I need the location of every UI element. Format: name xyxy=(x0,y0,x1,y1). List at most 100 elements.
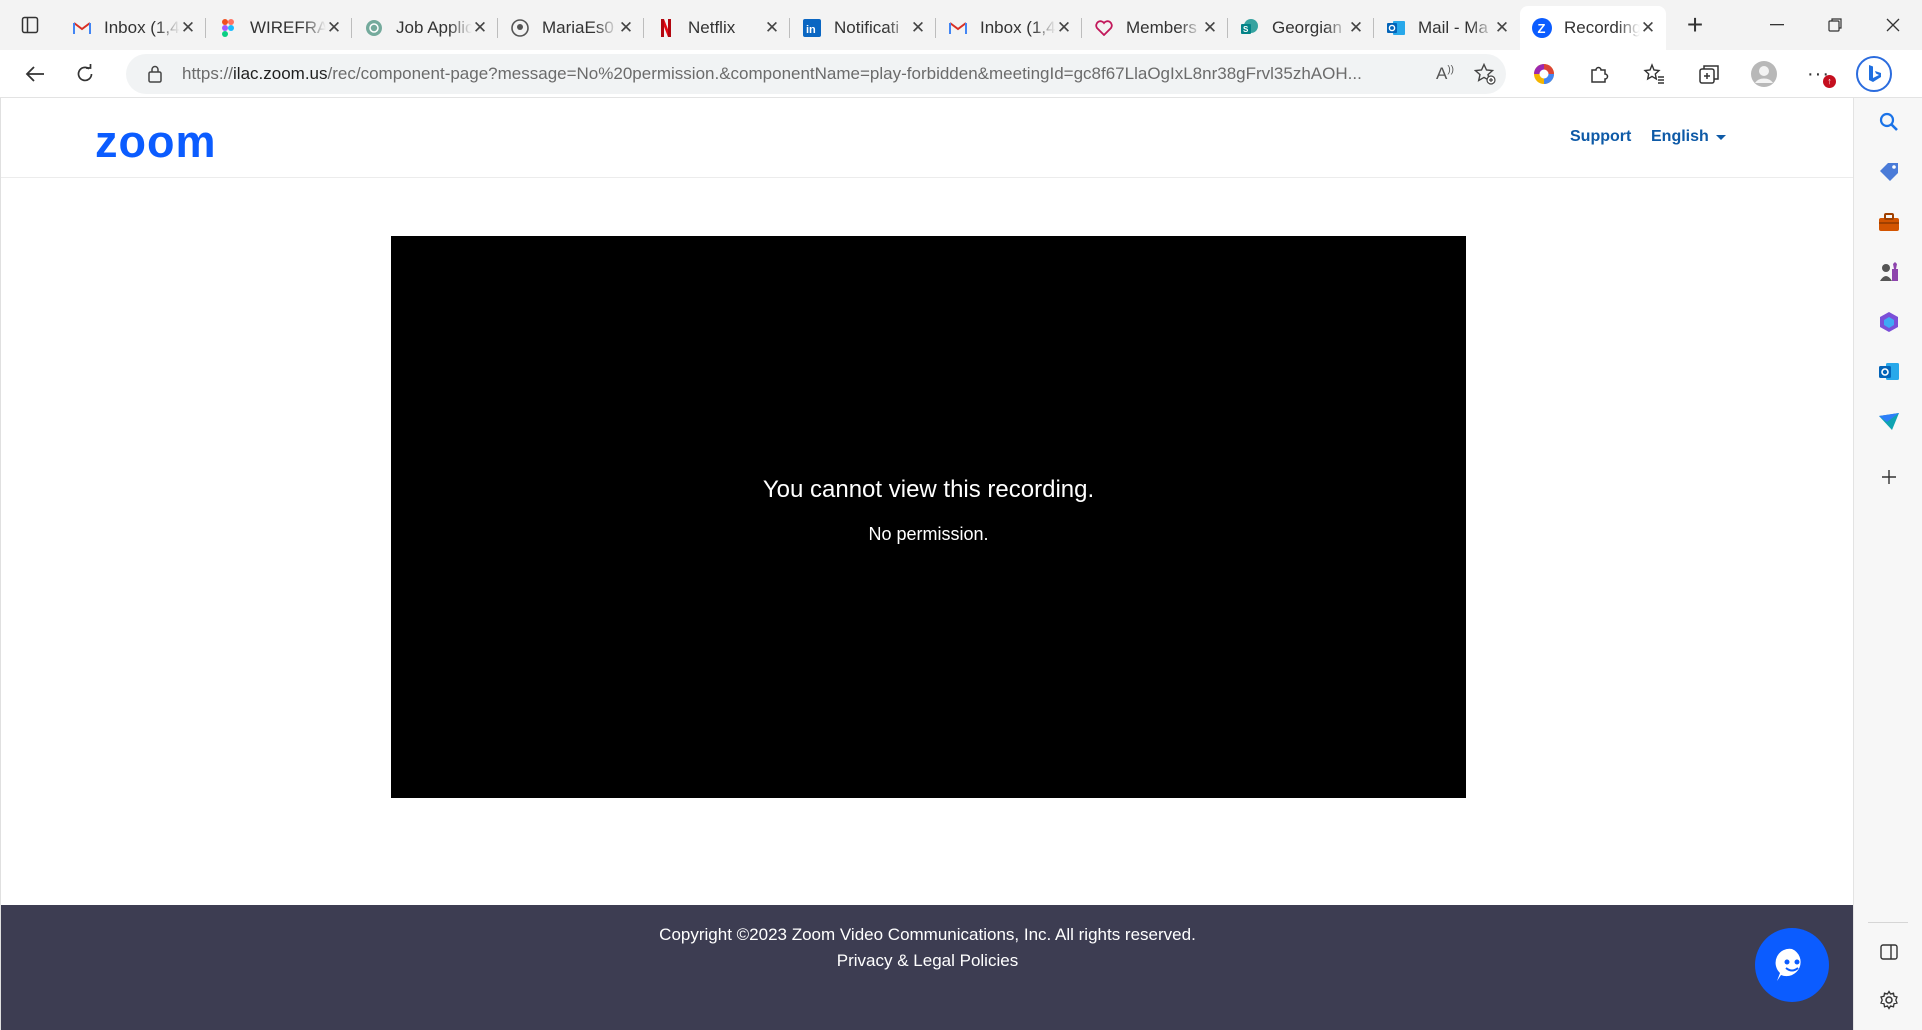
favorites-button[interactable] xyxy=(1626,50,1681,98)
tab-title: MariaEs0 xyxy=(542,18,614,37)
gear-icon xyxy=(1879,990,1898,1010)
plus-icon: + xyxy=(1686,9,1704,40)
close-icon[interactable]: ✕ xyxy=(1494,18,1510,37)
tab-members[interactable]: Members ✕ xyxy=(1082,8,1228,48)
url-prefix: https:// xyxy=(182,64,234,83)
language-label: English xyxy=(1651,128,1709,145)
svg-text:S: S xyxy=(1243,25,1249,34)
tab-georgian[interactable]: S Georgian ✕ xyxy=(1228,8,1374,48)
close-icon[interactable]: ✕ xyxy=(1202,18,1218,37)
tab-title: WIREFRAM xyxy=(250,18,326,37)
tag-icon xyxy=(1879,163,1898,181)
close-icon[interactable]: ✕ xyxy=(618,18,634,37)
sidebar-send-button[interactable] xyxy=(1854,402,1922,442)
close-icon[interactable]: ✕ xyxy=(1640,18,1656,37)
close-icon[interactable]: ✕ xyxy=(180,18,196,37)
read-aloud-icon[interactable]: A)) xyxy=(1436,64,1454,84)
tab-figma[interactable]: WIREFRAM ✕ xyxy=(206,8,352,48)
tab-title: Recording xyxy=(1564,18,1640,37)
plus-icon xyxy=(1881,470,1896,484)
privacy-link[interactable]: Privacy & Legal Policies xyxy=(1,951,1854,971)
color-wheel-icon xyxy=(1533,64,1554,84)
refresh-button[interactable] xyxy=(60,50,110,98)
netflix-icon xyxy=(656,18,676,38)
copilot-button[interactable] xyxy=(1846,50,1901,98)
search-icon xyxy=(1879,112,1898,131)
collections-icon xyxy=(1698,65,1719,84)
extensions-button[interactable] xyxy=(1571,50,1626,98)
outlook-icon xyxy=(1878,363,1899,380)
m365-icon xyxy=(1879,312,1898,332)
sidebar-search-button[interactable] xyxy=(1854,102,1922,142)
gmail-icon xyxy=(948,18,968,38)
sidebar-panel-icon xyxy=(1879,944,1898,960)
sharepoint-icon: S xyxy=(1240,18,1260,38)
toolbar: ··· ↑ xyxy=(1516,50,1901,98)
color-extension-button[interactable] xyxy=(1516,50,1571,98)
page-footer: Copyright ©2023 Zoom Video Communication… xyxy=(1,905,1854,1030)
tab-gmail-2[interactable]: Inbox (1,4 ✕ xyxy=(936,8,1082,48)
close-icon[interactable]: ✕ xyxy=(1348,18,1364,37)
recording-player: You cannot view this recording. No permi… xyxy=(391,236,1466,798)
sidebar-outlook-button[interactable] xyxy=(1854,352,1922,392)
linkedin-icon: in xyxy=(802,18,822,38)
sidebar-m365-button[interactable] xyxy=(1854,302,1922,342)
copyright-text: Copyright ©2023 Zoom Video Communication… xyxy=(659,925,1196,944)
new-tab-button[interactable]: + xyxy=(1672,5,1718,45)
sidebar-tools-button[interactable] xyxy=(1854,202,1922,242)
tab-zoom-recording[interactable]: Z Recording ✕ xyxy=(1520,6,1666,50)
chat-support-button[interactable] xyxy=(1755,928,1829,1002)
window-controls xyxy=(1748,0,1922,50)
close-icon[interactable]: ✕ xyxy=(1056,18,1072,37)
tab-netflix[interactable]: Netflix ✕ xyxy=(644,8,790,48)
url-host: ilac.zoom.us xyxy=(233,64,328,83)
back-button[interactable] xyxy=(10,50,60,98)
close-icon[interactable]: ✕ xyxy=(472,18,488,37)
tab-title: Members xyxy=(1126,18,1197,37)
language-dropdown[interactable]: English xyxy=(1651,128,1726,146)
arrow-left-icon xyxy=(25,65,44,82)
profile-button[interactable] xyxy=(1736,50,1791,98)
zoom-logo[interactable]: zoom xyxy=(95,116,217,168)
svg-text:in: in xyxy=(806,24,816,36)
tab-outlook[interactable]: Mail - Ma ✕ xyxy=(1374,8,1520,48)
outlook-icon xyxy=(1386,18,1406,38)
tab-actions-button[interactable] xyxy=(0,0,60,50)
close-window-button[interactable] xyxy=(1864,0,1922,50)
collections-button[interactable] xyxy=(1681,50,1736,98)
tab-chatgpt[interactable]: Job Applic ✕ xyxy=(352,8,498,48)
update-badge: ↑ xyxy=(1823,75,1836,88)
add-favorite-icon[interactable] xyxy=(1474,63,1496,85)
tab-gmail-1[interactable]: Inbox (1,4 ✕ xyxy=(60,8,206,48)
zoom-icon: Z xyxy=(1532,18,1552,38)
tab-title: Inbox (1,4 xyxy=(104,18,180,37)
tab-github[interactable]: MariaEs0 ✕ xyxy=(498,8,644,48)
web-page: zoom Support English You cannot view thi… xyxy=(0,98,1854,1030)
copilot-icon xyxy=(1855,56,1892,92)
sidebar-games-button[interactable] xyxy=(1854,252,1922,292)
support-link[interactable]: Support xyxy=(1570,128,1631,146)
tab-title: Inbox (1,4 xyxy=(980,18,1056,37)
github-icon xyxy=(510,18,530,38)
tab-linkedin[interactable]: in Notificati ✕ xyxy=(790,8,936,48)
zoom-header: zoom Support English xyxy=(1,98,1854,178)
settings-more-button[interactable]: ··· ↑ xyxy=(1791,50,1846,98)
favorites-star-icon xyxy=(1642,63,1664,84)
puzzle-icon xyxy=(1590,66,1608,83)
sidebar-hide-button[interactable] xyxy=(1854,932,1922,972)
close-icon[interactable]: ✕ xyxy=(910,18,926,37)
caret-down-icon xyxy=(1715,134,1726,140)
url-path: /rec/component-page?message=No%20permiss… xyxy=(327,64,1362,83)
minimize-button[interactable] xyxy=(1748,0,1806,50)
lock-icon xyxy=(148,65,162,83)
sidebar-add-button[interactable] xyxy=(1854,457,1922,497)
restore-button[interactable] xyxy=(1806,0,1864,50)
error-title: You cannot view this recording. xyxy=(762,476,1095,503)
sidebar-shopping-button[interactable] xyxy=(1854,152,1922,192)
sidebar-settings-button[interactable] xyxy=(1854,980,1922,1020)
url-field[interactable]: https://ilac.zoom.us/rec/component-page?… xyxy=(126,54,1506,94)
figma-icon xyxy=(218,18,238,38)
chess-icon xyxy=(1879,262,1898,281)
close-icon[interactable]: ✕ xyxy=(326,18,342,37)
close-icon[interactable]: ✕ xyxy=(764,18,780,37)
